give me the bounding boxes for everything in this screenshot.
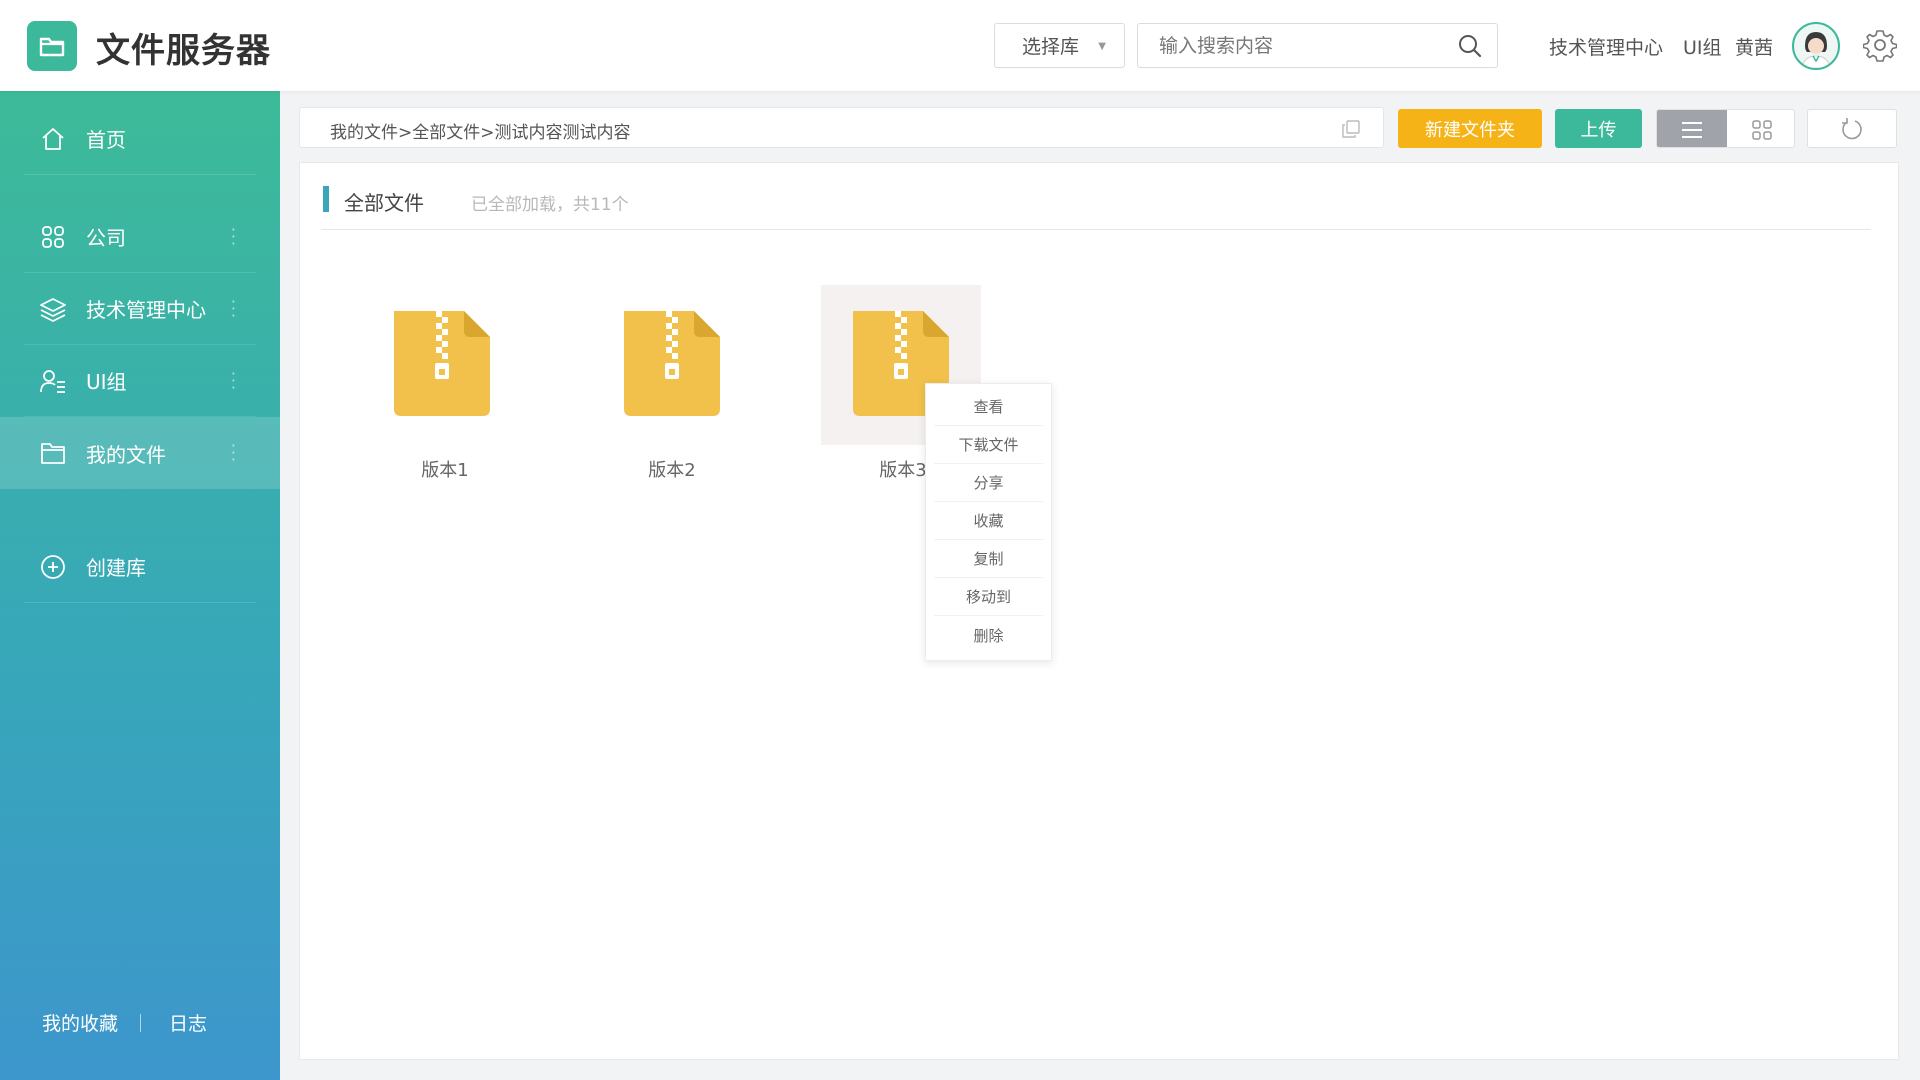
file-item[interactable] [592,285,752,445]
sidebar-item-label: 技术管理中心 [86,298,206,322]
panel-subtitle: 已全部加载，共11个 [471,195,629,215]
sidebar: 首页 公司 · · · 技术管理中心 · · · UI组 · · · 我的文件 · · · 创建… [0,91,280,1080]
search-icon[interactable] [1457,33,1483,63]
sidebar-item-label: UI组 [86,370,127,394]
context-menu: 查看 下载文件 分享 收藏 复制 移动到 删除 [925,383,1052,661]
sidebar-item-ui-group[interactable]: UI组 · · · [24,345,256,417]
caret-down-icon: ▼ [1098,41,1106,52]
breadcrumb-bar: 我的文件>全部文件>测试内容测试内容 [299,107,1384,148]
sidebar-item-my-files[interactable]: 我的文件 · · · [24,417,256,489]
menu-item-copy[interactable]: 复制 [934,540,1043,578]
sidebar-item-label: 公司 [86,226,126,250]
refresh-icon [1842,117,1862,139]
menu-item-download[interactable]: 下载文件 [934,426,1043,464]
sidebar-item-company[interactable]: 公司 · · · [24,201,256,273]
title-accent-bar [323,186,329,212]
panel-title: 全部文件 [344,191,424,215]
file-name[interactable]: 版本1 [365,456,525,482]
menu-item-favorite[interactable]: 收藏 [934,502,1043,540]
grid-icon [38,222,68,252]
refresh-button[interactable] [1807,109,1897,148]
library-select-label: 选择库 [1022,36,1080,58]
menu-item-share[interactable]: 分享 [934,464,1043,502]
avatar[interactable] [1792,22,1840,70]
app-logo[interactable] [27,21,77,71]
more-vertical-icon[interactable]: · · · [231,294,236,324]
view-toggle [1656,109,1795,148]
layers-icon [38,294,68,324]
breadcrumb[interactable]: 我的文件>全部文件>测试内容测试内容 [330,118,631,143]
file-item[interactable] [362,285,522,445]
upload-button[interactable]: 上传 [1555,109,1642,148]
grid-view-button[interactable] [1727,110,1794,147]
grid-icon [1751,119,1772,140]
folder-icon [38,438,68,468]
sidebar-item-label: 首页 [86,128,126,152]
new-folder-button[interactable]: 新建文件夹 [1398,109,1542,148]
user-name: 黄茜 [1735,37,1774,59]
sidebar-bottom-links: 我的收藏 日志 [42,1009,207,1036]
user-department: 技术管理中心 [1549,37,1664,59]
search-input[interactable] [1138,24,1438,67]
home-icon [38,124,68,154]
divider [140,1013,142,1032]
menu-item-move-to[interactable]: 移动到 [934,578,1043,616]
sidebar-item-home[interactable]: 首页 [24,103,256,175]
log-link[interactable]: 日志 [169,1009,207,1036]
menu-item-delete[interactable]: 删除 [934,616,1043,654]
gear-icon[interactable] [1862,28,1898,66]
menu-item-view[interactable]: 查看 [934,388,1043,426]
top-header: 文件服务器 选择库 ▼ 技术管理中心 UI组 黄茜 [0,0,1920,91]
more-vertical-icon[interactable]: · · · [231,438,236,468]
search-box [1137,23,1498,68]
sidebar-item-label: 我的文件 [86,442,166,467]
zip-file-icon [624,311,720,416]
sidebar-item-label: 创建库 [86,556,146,580]
library-select[interactable]: 选择库 ▼ [994,23,1125,68]
more-vertical-icon[interactable]: · · · [231,366,236,396]
file-panel: 全部文件 已全部加载，共11个 [299,162,1899,1060]
file-name[interactable]: 版本2 [592,456,752,482]
favorites-link[interactable]: 我的收藏 [42,1009,118,1036]
zip-file-icon [394,311,490,416]
more-vertical-icon[interactable]: · · · [231,222,236,252]
plus-circle-icon [38,552,68,582]
panel-header: 全部文件 已全部加载，共11个 [321,183,1871,230]
list-view-button[interactable] [1657,110,1727,147]
folder-logo-icon [39,37,65,57]
list-icon [1682,121,1702,138]
app-title: 文件服务器 [96,31,271,71]
sidebar-item-tech-center[interactable]: 技术管理中心 · · · [24,273,256,345]
user-group-icon [38,366,68,396]
sidebar-item-create-library[interactable]: 创建库 [24,531,256,603]
user-group: UI组 [1683,37,1722,59]
copy-icon[interactable] [1341,119,1361,143]
